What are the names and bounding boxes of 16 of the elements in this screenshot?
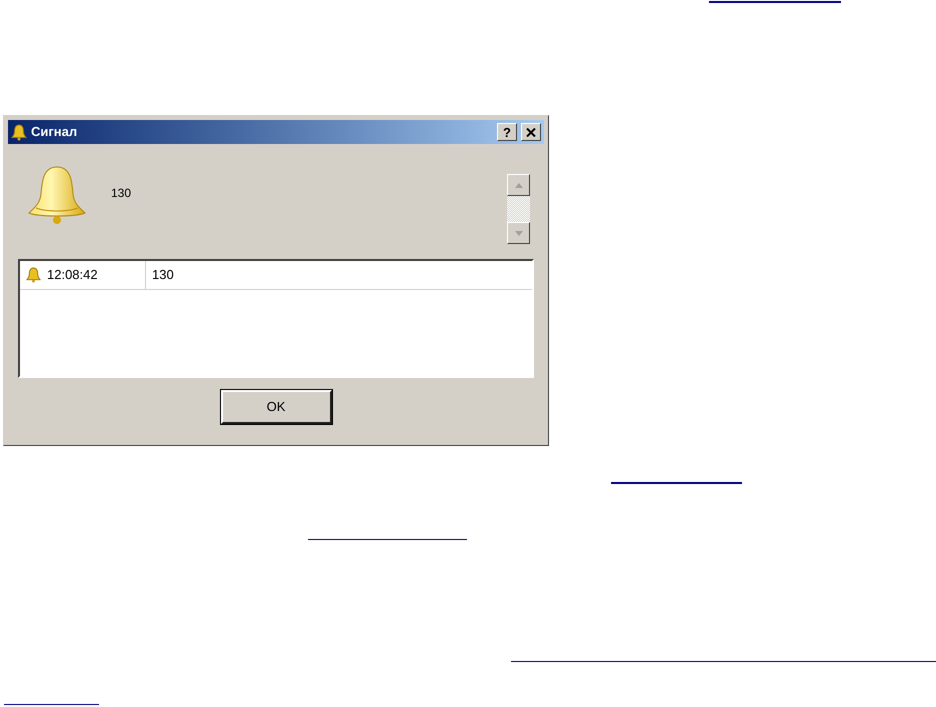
scroll-down-button[interactable] — [507, 222, 530, 244]
up-arrow-icon — [514, 182, 522, 188]
alert-message: 130 — [111, 185, 132, 202]
down-arrow-icon — [514, 230, 522, 236]
bell-icon — [11, 124, 27, 140]
scroll-up-button[interactable] — [507, 174, 530, 196]
alert-row[interactable]: 12:08:42 130 — [20, 261, 532, 290]
window-title: Сигнал — [31, 123, 78, 142]
bell-icon — [26, 164, 88, 226]
message-cell-text: 130 — [151, 266, 174, 284]
bell-icon — [26, 267, 41, 283]
ok-button[interactable]: OK — [220, 390, 332, 424]
time-cell-text: 12:08:42 — [47, 266, 98, 284]
close-button[interactable] — [521, 123, 541, 141]
close-icon — [526, 128, 536, 136]
help-button[interactable]: ? — [497, 123, 517, 141]
